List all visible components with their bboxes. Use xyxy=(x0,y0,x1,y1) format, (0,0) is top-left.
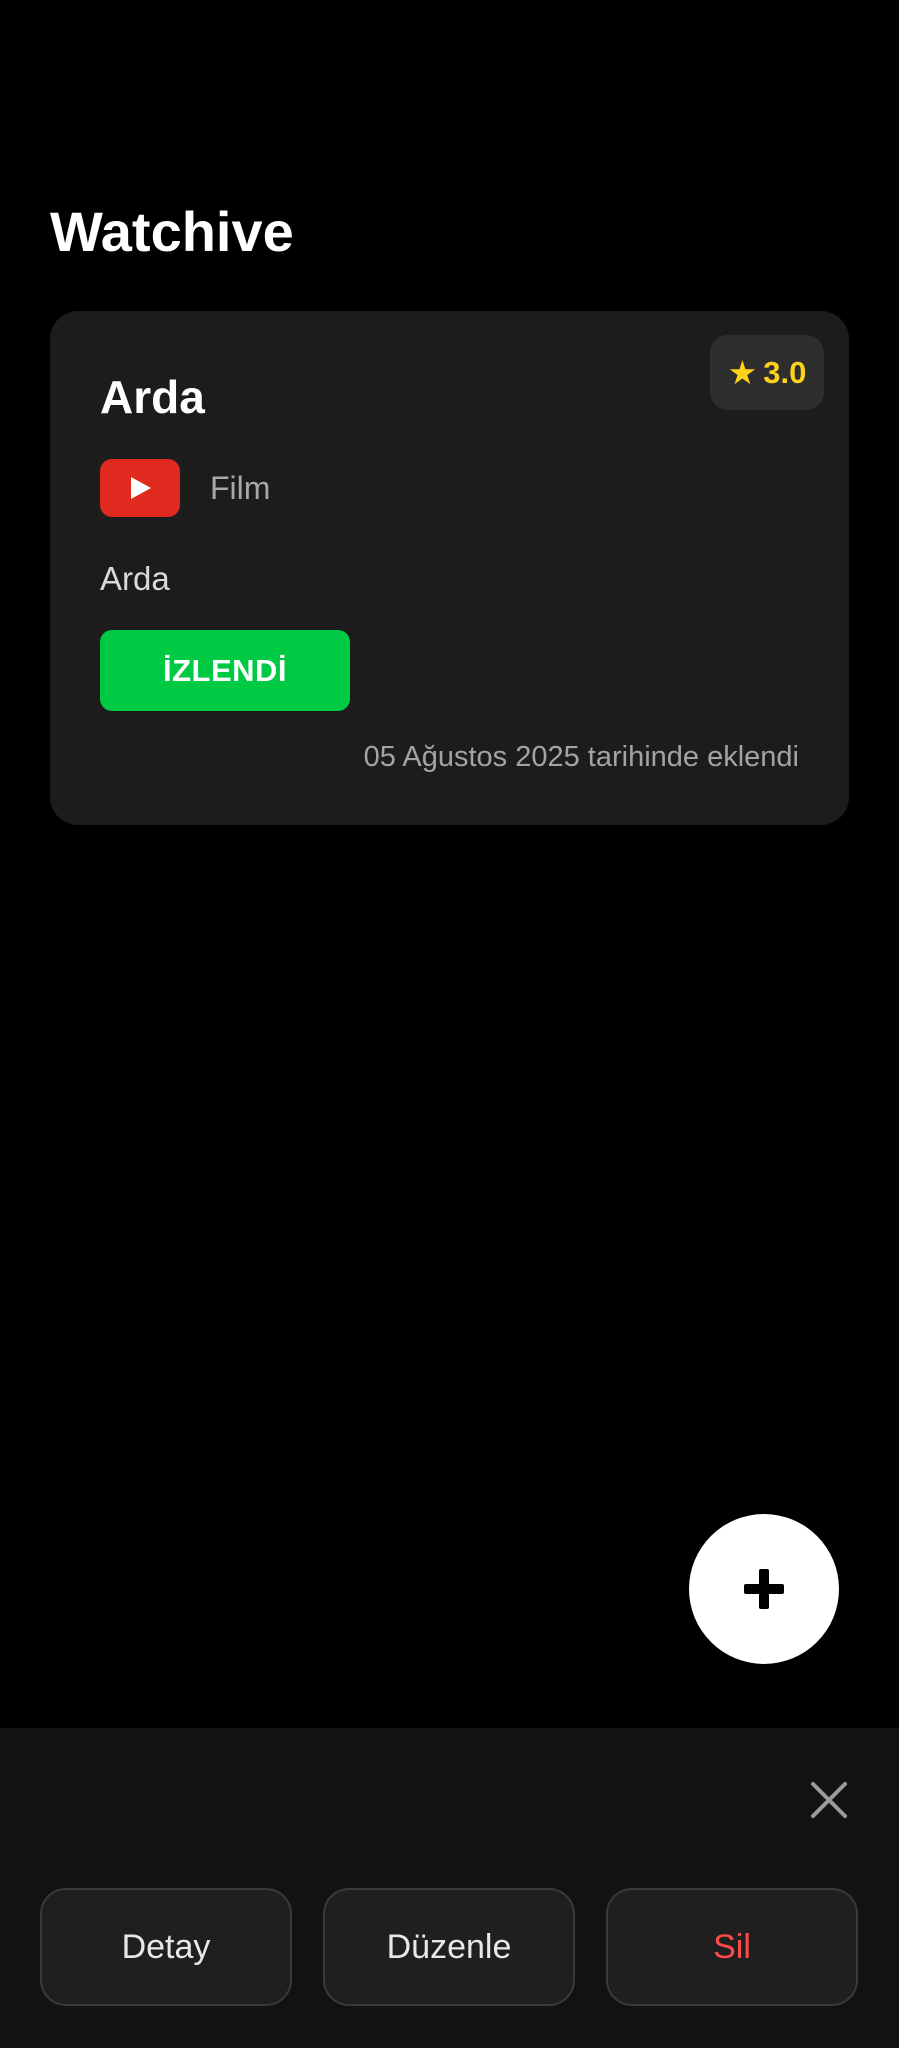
watched-status-button[interactable]: İZLENDİ xyxy=(100,630,350,711)
card-title: Arda xyxy=(100,371,205,423)
card-note: Arda xyxy=(100,560,170,597)
rating-badge: ★ 3.0 xyxy=(710,335,824,410)
app-title: Watchive xyxy=(50,200,294,263)
plus-icon xyxy=(744,1569,784,1609)
detail-button[interactable]: Detay xyxy=(40,1888,292,2006)
platform-row: Film xyxy=(100,459,270,517)
category-label: Film xyxy=(210,469,271,506)
star-icon: ★ xyxy=(727,354,758,391)
edit-button[interactable]: Düzenle xyxy=(323,1888,575,2006)
added-date: 05 Ağustos 2025 tarihinde eklendi xyxy=(363,741,799,773)
close-icon xyxy=(811,1782,847,1818)
watch-item-card[interactable]: ★ 3.0 Arda Film Arda İZLENDİ 05 Ağustos … xyxy=(50,311,849,825)
delete-button[interactable]: Sil xyxy=(606,1888,858,2006)
close-button[interactable] xyxy=(805,1776,853,1824)
rating-value: 3.0 xyxy=(763,354,807,390)
youtube-icon xyxy=(100,459,180,517)
add-item-button[interactable] xyxy=(689,1514,839,1664)
